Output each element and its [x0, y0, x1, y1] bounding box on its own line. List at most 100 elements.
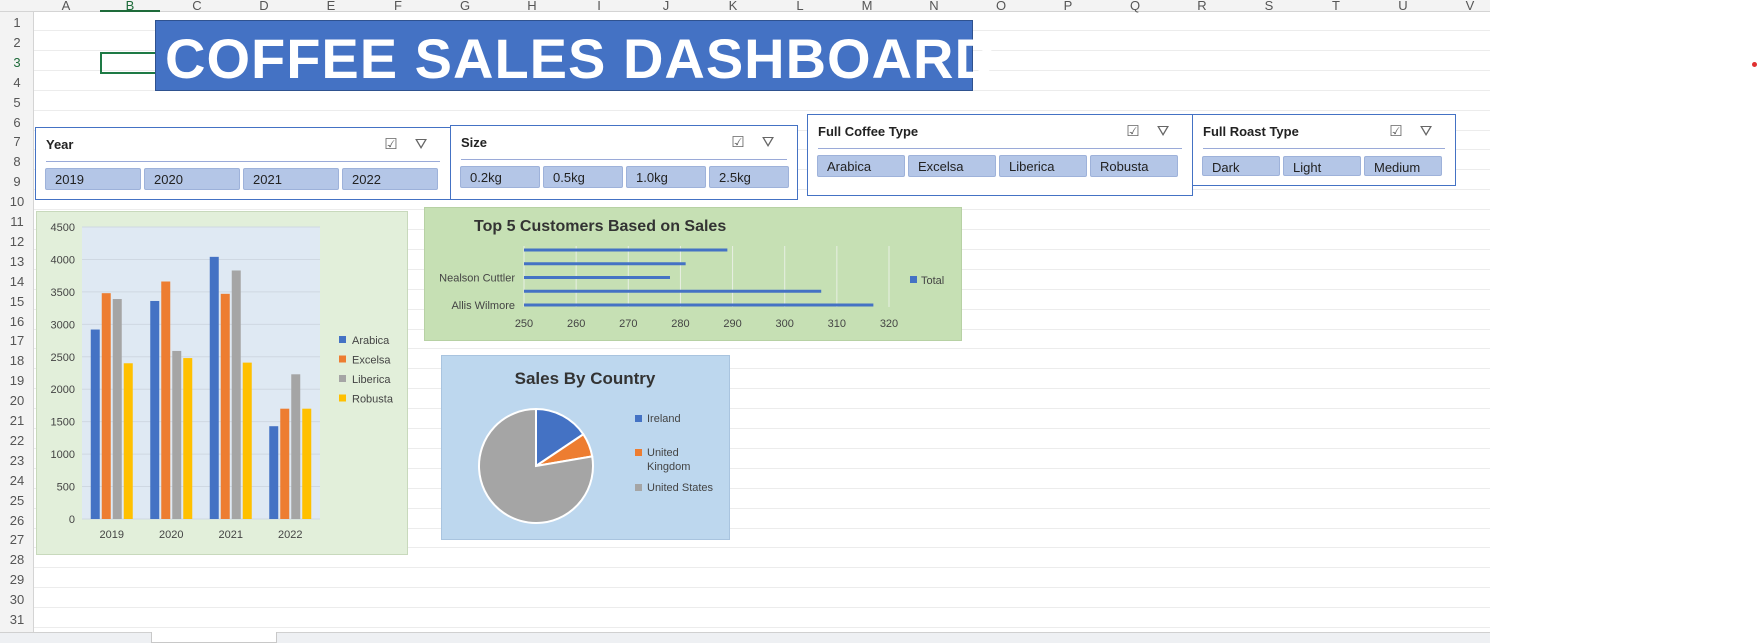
row-header-14[interactable]: 14 [0, 274, 34, 289]
column-header-b[interactable]: B [100, 0, 160, 13]
row-header-31[interactable]: 31 [0, 612, 34, 627]
active-sheet-tab[interactable] [151, 632, 277, 643]
top-customers-chart[interactable]: Top 5 Customers Based on Sales 250 260 270 2… [424, 207, 962, 341]
slicer-item-light[interactable]: Light [1283, 156, 1361, 176]
slicer-item-0-5kg[interactable]: 0.5kg [543, 166, 623, 188]
selected-cell[interactable] [100, 52, 158, 74]
row-header-21[interactable]: 21 [0, 413, 34, 428]
bar-excelsa-2022 [280, 408, 290, 519]
annotation-dot [1752, 62, 1757, 67]
y-tick-label: 2500 [51, 352, 75, 364]
row-gridline [34, 109, 1490, 111]
row-header-11[interactable]: 11 [0, 214, 34, 229]
row-header-19[interactable]: 19 [0, 373, 34, 388]
row-header-22[interactable]: 22 [0, 433, 34, 448]
row-header-15[interactable]: 15 [0, 294, 34, 309]
row-header-24[interactable]: 24 [0, 473, 34, 488]
multi-select-icon[interactable]: ☑ [381, 136, 401, 154]
legend-swatch [339, 336, 346, 343]
column-header-q[interactable]: Q [1105, 0, 1165, 13]
slicer-item-liberica[interactable]: Liberica [999, 155, 1087, 177]
row-header-13[interactable]: 13 [0, 254, 34, 269]
multi-select-icon[interactable]: ☑ [728, 134, 748, 152]
row-header-30[interactable]: 30 [0, 592, 34, 607]
slicer-item-dark[interactable]: Dark [1202, 156, 1280, 176]
slicer-item-0-2kg[interactable]: 0.2kg [460, 166, 540, 188]
row-header-5[interactable]: 5 [0, 95, 34, 110]
bar-robusta-2020 [183, 358, 193, 519]
column-header-i[interactable]: I [569, 0, 629, 13]
multi-select-icon[interactable]: ☑ [1123, 123, 1143, 141]
slicer-item-excelsa[interactable]: Excelsa [908, 155, 996, 177]
sales-by-year-chart[interactable]: 0 500 1000 1500 2000 2500 3000 3500 4000 4500 2019… [36, 211, 408, 555]
row-header-23[interactable]: 23 [0, 453, 34, 468]
row-header-16[interactable]: 16 [0, 314, 34, 329]
slicer-item-2020[interactable]: 2020 [144, 168, 240, 190]
x-tick-label: 260 [567, 318, 585, 330]
x-tick-label: 280 [671, 318, 689, 330]
dashboard-title-box[interactable]: COFFEE SALES DASHBOARD [155, 20, 995, 91]
clear-filter-icon[interactable]: ⛛ [758, 134, 778, 152]
row-header-20[interactable]: 20 [0, 393, 34, 408]
row-header-12[interactable]: 12 [0, 234, 34, 249]
slicer-item-medium[interactable]: Medium [1364, 156, 1442, 176]
slicer-item-2-5kg[interactable]: 2.5kg [709, 166, 789, 188]
row-header-8[interactable]: 8 [0, 154, 34, 169]
legend-label: Total [921, 275, 944, 287]
clear-filter-icon[interactable]: ⛛ [1153, 123, 1173, 141]
column-header-s[interactable]: S [1239, 0, 1299, 13]
row-header-28[interactable]: 28 [0, 552, 34, 567]
clear-filter-icon[interactable]: ⛛ [1416, 123, 1436, 141]
bar-liberica-2022 [291, 374, 301, 519]
slicer-item-2021[interactable]: 2021 [243, 168, 339, 190]
roast-type-slicer[interactable]: Full Roast Type ☑ ⛛ Dark Light Medium [1192, 114, 1456, 186]
column-header-v[interactable]: V [1440, 0, 1500, 13]
spreadsheet-sheet: ABCDEFGHIJKLMNOPQRSTUV 1 2 3 4 5 6 7 8 9 10 11 12 13… [0, 0, 1760, 643]
column-header-u[interactable]: U [1373, 0, 1433, 13]
row-header-10[interactable]: 10 [0, 194, 34, 209]
row-header-25[interactable]: 25 [0, 493, 34, 508]
column-header-o[interactable]: O [971, 0, 1031, 13]
column-header-l[interactable]: L [770, 0, 830, 13]
legend-swatch [339, 375, 346, 382]
column-header-p[interactable]: P [1038, 0, 1098, 13]
x-tick-label: 310 [828, 318, 846, 330]
column-header-k[interactable]: K [703, 0, 763, 13]
row-header-3[interactable]: 3 [0, 55, 34, 70]
row-header-1[interactable]: 1 [0, 15, 34, 30]
column-header-t[interactable]: T [1306, 0, 1366, 13]
row-header-9[interactable]: 9 [0, 174, 34, 189]
column-header-j[interactable]: J [636, 0, 696, 13]
row-header-26[interactable]: 26 [0, 513, 34, 528]
column-header-c[interactable]: C [167, 0, 227, 13]
size-slicer[interactable]: Size ☑ ⛛ 0.2kg 0.5kg 1.0kg 2.5kg [450, 125, 798, 200]
column-header-n[interactable]: N [904, 0, 964, 13]
column-header-f[interactable]: F [368, 0, 428, 13]
year-slicer[interactable]: Year ☑ ⛛ 2019 2020 2021 2022 [35, 127, 451, 200]
sales-by-country-chart[interactable]: Sales By CountryIrelandUnited KingdomUnit… [441, 355, 730, 540]
row-header-2[interactable]: 2 [0, 35, 34, 50]
column-header-d[interactable]: D [234, 0, 294, 13]
multi-select-icon[interactable]: ☑ [1386, 123, 1406, 141]
column-header-a[interactable]: A [36, 0, 96, 13]
coffee-type-slicer[interactable]: Full Coffee Type ☑ ⛛ Arabica Excelsa Lib… [807, 114, 1193, 196]
row-header-6[interactable]: 6 [0, 115, 34, 130]
column-header-r[interactable]: R [1172, 0, 1232, 13]
slicer-item-robusta[interactable]: Robusta [1090, 155, 1178, 177]
row-header-17[interactable]: 17 [0, 333, 34, 348]
column-header-h[interactable]: H [502, 0, 562, 13]
column-header-g[interactable]: G [435, 0, 495, 13]
slicer-item-arabica[interactable]: Arabica [817, 155, 905, 177]
clear-filter-icon[interactable]: ⛛ [411, 136, 431, 154]
row-gridline [34, 607, 1490, 609]
row-header-4[interactable]: 4 [0, 75, 34, 90]
row-header-18[interactable]: 18 [0, 353, 34, 368]
column-header-e[interactable]: E [301, 0, 361, 13]
row-header-29[interactable]: 29 [0, 572, 34, 587]
slicer-item-2019[interactable]: 2019 [45, 168, 141, 190]
row-header-7[interactable]: 7 [0, 134, 34, 149]
slicer-item-2022[interactable]: 2022 [342, 168, 438, 190]
row-header-27[interactable]: 27 [0, 532, 34, 547]
slicer-item-1-0kg[interactable]: 1.0kg [626, 166, 706, 188]
column-header-m[interactable]: M [837, 0, 897, 13]
